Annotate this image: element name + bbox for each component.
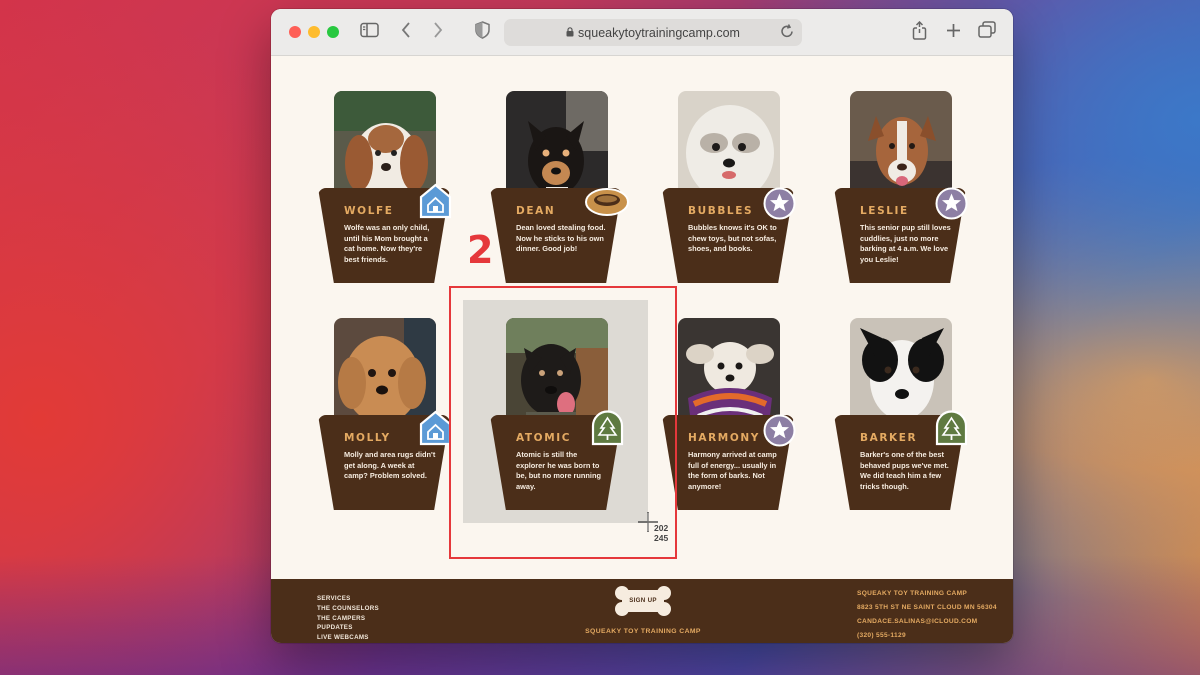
- footer-link-pupdates[interactable]: PUPDATES: [317, 623, 379, 633]
- url-text: squeakytoytrainingcamp.com: [578, 25, 740, 40]
- back-icon[interactable]: [400, 21, 412, 44]
- cursor-coordinates: 202 245: [654, 523, 668, 543]
- contact-phone[interactable]: (320) 555-1129: [857, 629, 997, 643]
- sidebar-icon[interactable]: [360, 21, 379, 43]
- reload-icon[interactable]: [780, 23, 794, 42]
- browser-window: squeakytoytrainingcamp.com WOLFE Wolfe w…: [271, 9, 1013, 643]
- cursor-coord-y: 245: [654, 533, 669, 543]
- dog-description: Barker's one of the best behaved pups we…: [860, 450, 949, 491]
- camper-card-bubbles[interactable]: BUBBLES Bubbles knows it's OK to chew to…: [662, 91, 822, 291]
- footer-link-campers[interactable]: THE CAMPERS: [317, 614, 379, 624]
- camper-card-wolfe[interactable]: WOLFE Wolfe was an only child, until his…: [318, 91, 478, 291]
- web-page: WOLFE Wolfe was an only child, until his…: [271, 56, 1013, 579]
- contact-address: 8823 5TH ST NE SAINT CLOUD MN 56304: [857, 604, 997, 611]
- dog-description: Dean loved stealing food. Now he sticks …: [516, 223, 606, 253]
- house-icon: [419, 410, 452, 446]
- lock-icon: [566, 26, 574, 39]
- star-icon: [935, 187, 968, 220]
- bowl-icon: [585, 187, 629, 217]
- contact-email[interactable]: CANDACE.SALINAS@ICLOUD.COM: [857, 615, 997, 629]
- footer-link-services[interactable]: SERVICES: [317, 594, 379, 604]
- footer-link-counselors[interactable]: THE COUNSELORS: [317, 604, 379, 614]
- camper-card-harmony[interactable]: HARMONY Harmony arrived at camp full of …: [662, 318, 822, 518]
- footer-contact: SQUEAKY TOY TRAINING CAMP 8823 5TH ST NE…: [857, 587, 997, 643]
- dog-description: Wolfe was an only child, until his Mom b…: [344, 223, 430, 264]
- address-bar[interactable]: squeakytoytrainingcamp.com: [504, 19, 802, 46]
- minimize-window-button[interactable]: [308, 26, 320, 38]
- camper-card-leslie[interactable]: LESLIE This senior pup still loves cuddl…: [834, 91, 994, 291]
- shield-icon[interactable]: [475, 21, 490, 44]
- dog-description: Bubbles knows it's OK to chew toys, but …: [688, 223, 777, 253]
- site-footer: SERVICES THE COUNSELORS THE CAMPERS PUPD…: [271, 579, 1013, 643]
- footer-nav: SERVICES THE COUNSELORS THE CAMPERS PUPD…: [317, 594, 379, 643]
- house-icon: [419, 183, 452, 219]
- sign-up-button[interactable]: SIGN UP: [614, 585, 672, 617]
- cursor-coord-x: 202: [654, 523, 669, 533]
- tabs-icon[interactable]: [978, 21, 996, 43]
- sign-up-label: SIGN UP: [629, 597, 657, 604]
- forward-icon[interactable]: [432, 21, 444, 44]
- camper-card-dean[interactable]: DEAN Dean loved stealing food. Now he st…: [490, 91, 650, 291]
- browser-toolbar: squeakytoytrainingcamp.com: [271, 9, 1013, 56]
- contact-name: SQUEAKY TOY TRAINING CAMP: [857, 590, 968, 597]
- new-tab-icon[interactable]: [946, 21, 961, 43]
- share-icon[interactable]: [912, 20, 927, 46]
- footer-brand: SQUEAKY TOY TRAINING CAMP: [585, 628, 701, 635]
- annotation-step-number: 2: [467, 228, 494, 272]
- dog-description: This senior pup still loves cuddlies, ju…: [860, 223, 951, 264]
- footer-link-webcams[interactable]: LIVE WEBCAMS: [317, 633, 379, 643]
- zoom-window-button[interactable]: [327, 26, 339, 38]
- tree-icon: [935, 410, 968, 446]
- dog-description: Harmony arrived at camp full of energy..…: [688, 450, 777, 491]
- star-icon: [763, 187, 796, 220]
- dog-description: Molly and area rugs didn't get along. A …: [344, 450, 436, 480]
- camper-card-barker[interactable]: BARKER Barker's one of the best behaved …: [834, 318, 994, 518]
- close-window-button[interactable]: [289, 26, 301, 38]
- star-icon: [763, 414, 796, 447]
